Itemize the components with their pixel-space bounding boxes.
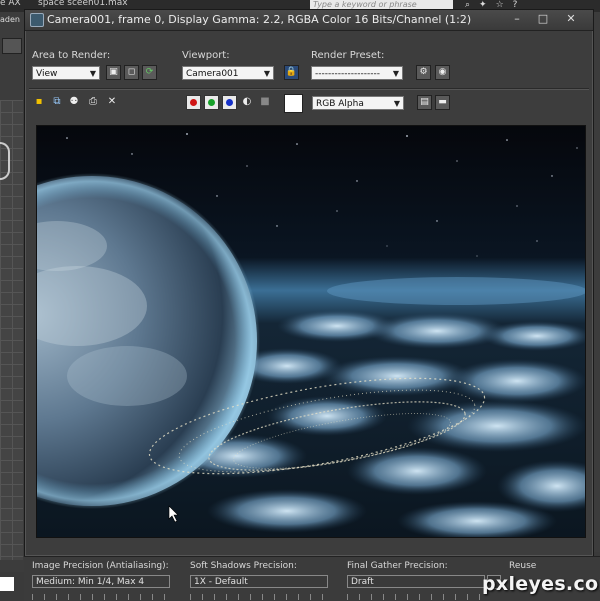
print-image-icon[interactable]: ⎙ [86,95,100,109]
auto-region-icon[interactable]: ◻ [124,65,139,80]
area-to-render-label: Area to Render: [32,50,111,61]
lock-viewport-icon[interactable]: 🔒 [284,65,299,80]
viewport-label: Viewport: [182,50,230,61]
final-gather-label: Final Gather Precision: [347,561,448,571]
blue-channel-toggle[interactable] [222,95,237,110]
left-panel-label: aden [0,15,20,24]
close-button[interactable]: ✕ [561,12,581,26]
window-title: Camera001, frame 0, Display Gamma: 2.2, … [47,13,472,26]
copy-image-icon[interactable]: ⧉ [50,95,64,109]
soft-shadows-label: Soft Shadows Precision: [190,561,297,571]
render-preset-select[interactable]: -------------------- ▼ [311,66,403,80]
render-setup-icon[interactable]: ⚙ [416,65,431,80]
teapot-icon [30,13,44,27]
display-channel-value: RGB Alpha [316,99,364,109]
clear-icon[interactable]: ✕ [105,95,119,109]
green-channel-dot [208,99,215,106]
red-channel-dot [190,99,197,106]
shadows-slider-ticks[interactable] [190,594,328,600]
app-file-title: space sceen01.max [38,0,128,8]
app-left-panel: aden [0,12,25,572]
fg-slider-ticks[interactable] [347,594,485,600]
rendered-image [36,125,586,538]
save-image-icon[interactable]: ▪ [32,95,46,109]
monochrome-icon[interactable]: ■ [258,95,272,109]
soft-shadows-select[interactable]: 1X - Default [190,575,328,588]
area-to-render-value: View [36,69,58,79]
viewport-gizmo-icon [0,142,10,180]
clone-frame-icon[interactable]: ⚉ [67,95,81,109]
edit-region-icon[interactable]: ▣ [106,65,121,80]
environment-effects-icon[interactable]: ◉ [435,65,450,80]
chevron-down-icon: ▼ [393,99,400,108]
window-titlebar[interactable]: Camera001, frame 0, Display Gamma: 2.2, … [25,10,593,31]
region-refresh-icon[interactable]: ⟳ [142,65,157,80]
chevron-down-icon: ▼ [263,69,270,78]
area-to-render-select[interactable]: View ▼ [32,66,100,80]
render-preset-label: Render Preset: [311,50,385,61]
rendered-frame-window: Camera001, frame 0, Display Gamma: 2.2, … [24,9,594,557]
red-channel-toggle[interactable] [186,95,201,110]
final-gather-select[interactable]: Draft [347,575,485,588]
select-tool-icon[interactable] [2,38,22,54]
chevron-down-icon: ▼ [392,69,399,78]
aa-select[interactable]: Medium: Min 1/4, Max 4 [32,575,170,588]
toggle-ui-overlay-icon[interactable]: ▤ [417,95,432,110]
swatch-color[interactable] [284,94,303,113]
viewport-value: Camera001 [186,69,239,79]
display-channel-select[interactable]: RGB Alpha ▼ [312,96,404,110]
maximize-button[interactable]: □ [533,12,553,26]
toggle-ui-icon[interactable]: ▬ [435,95,450,110]
space-scene-render [37,126,585,537]
viewport-select[interactable]: Camera001 ▼ [182,66,274,80]
reuse-label: Reuse [509,561,537,571]
chevron-down-icon: ▼ [89,69,96,78]
blue-channel-dot [226,99,233,106]
minimize-button[interactable]: – [507,12,527,26]
watermark-logo: pxleyes.com [482,573,600,595]
app-menu-text: e AX [0,0,21,8]
render-preset-value: -------------------- [315,69,380,79]
aa-label: Image Precision (Antialiasing): [32,561,169,571]
toolbar-separator [29,88,589,90]
green-channel-toggle[interactable] [204,95,219,110]
aa-slider-ticks[interactable] [32,594,170,600]
app-corner-icon[interactable] [0,577,14,591]
alpha-channel-icon[interactable]: ◐ [240,95,254,109]
